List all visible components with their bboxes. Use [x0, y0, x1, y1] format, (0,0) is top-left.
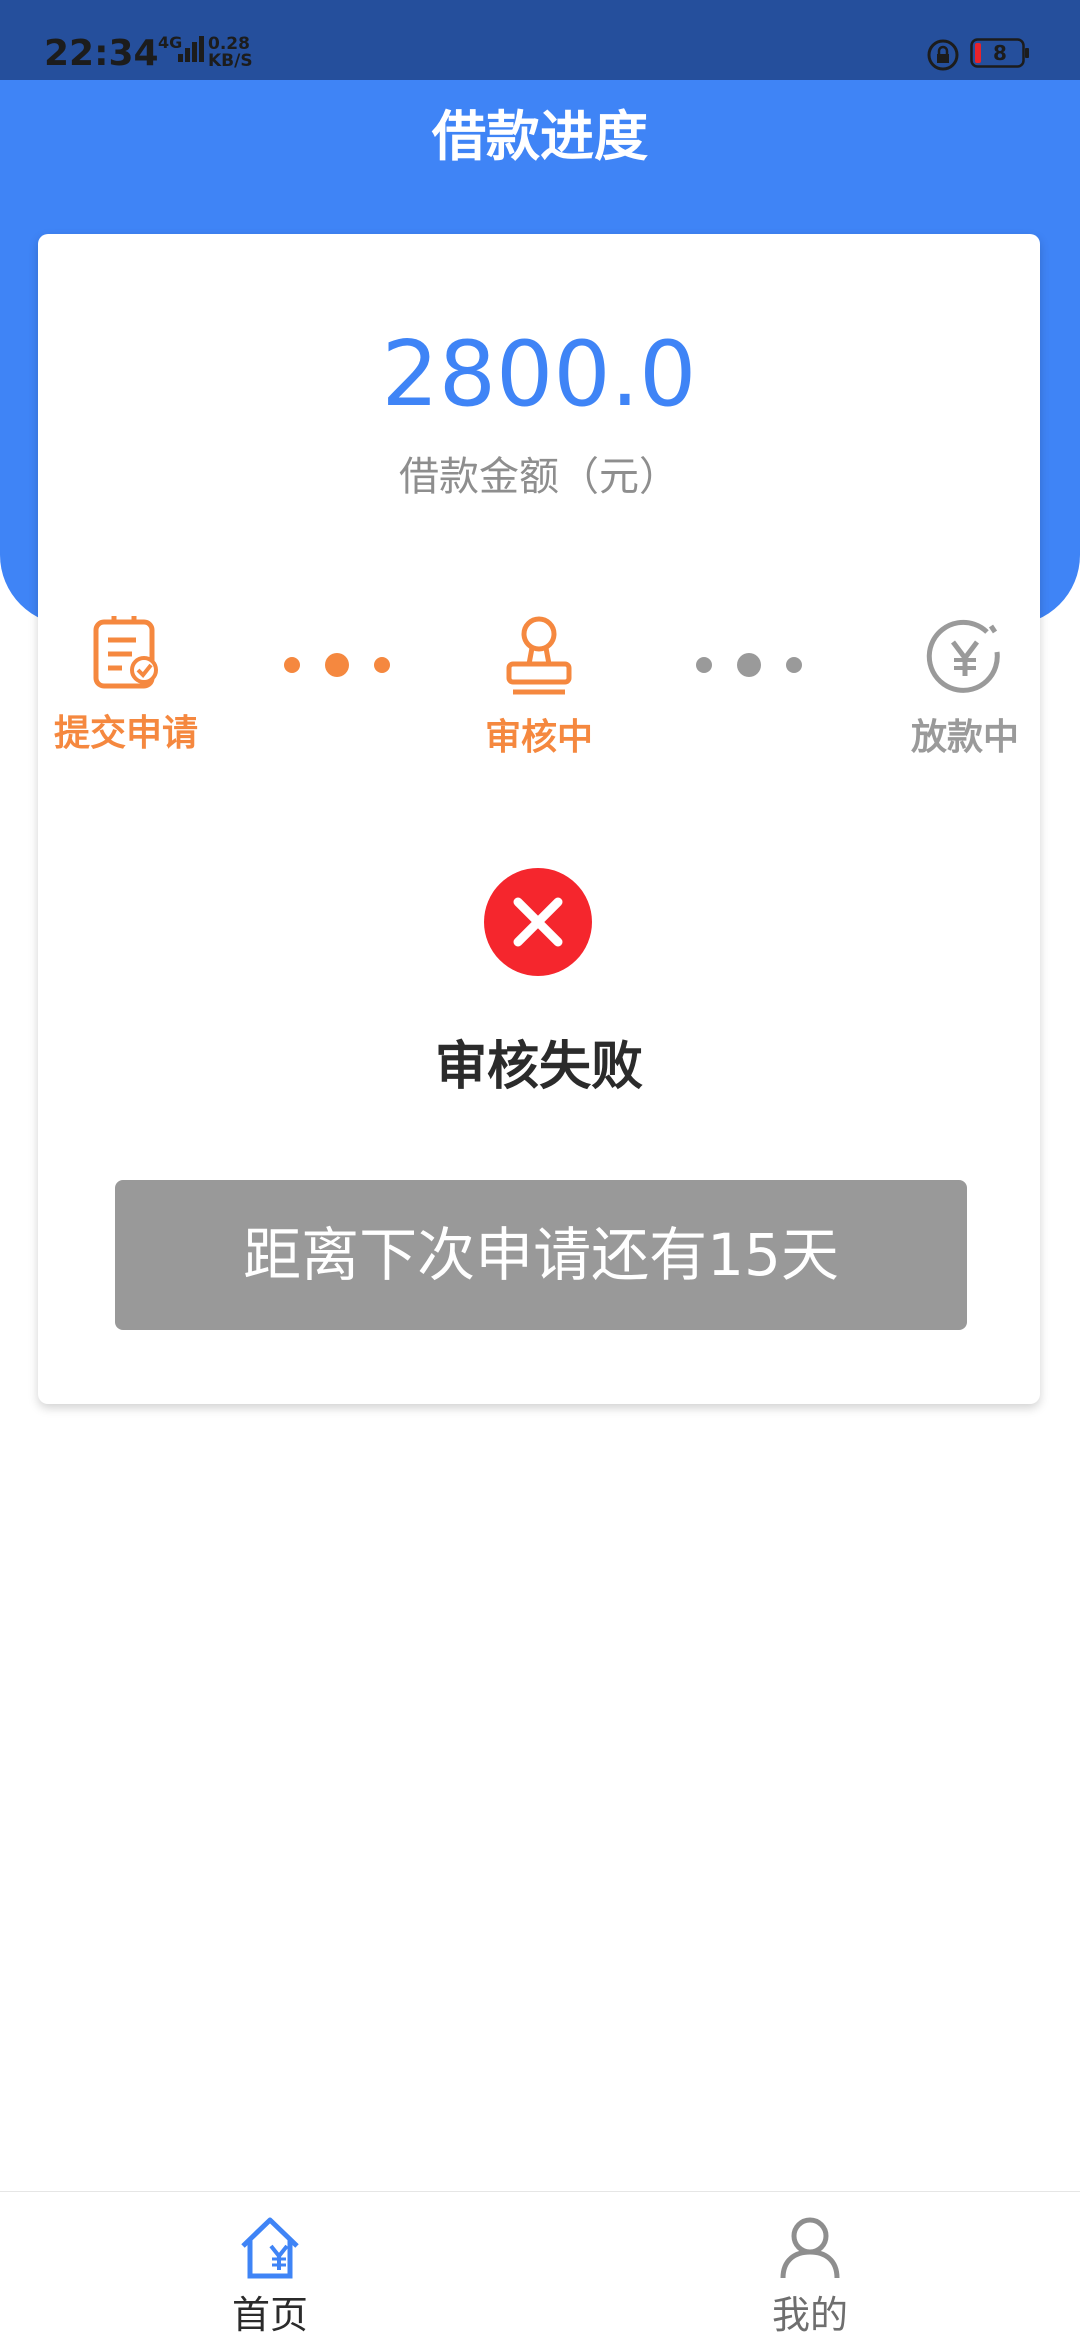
bottom-nav: 首页 我的 [0, 2191, 1080, 2341]
network-speed: 0.28 KB/S [208, 36, 253, 70]
signal-icon [178, 36, 204, 62]
review-result-text: 审核失败 [434, 1037, 643, 1097]
clipboard-check-icon [93, 616, 158, 689]
loan-amount: 2800.0 [381, 322, 697, 427]
stamp-icon [506, 616, 572, 695]
rotation-lock-icon [927, 39, 959, 71]
status-bar: 22:34 4G 0.28 KB/S 8 [0, 0, 1080, 80]
close-circle-icon [484, 868, 592, 976]
loan-progress-card: 2800.0 借款金额（元） 提交申请 审核中 放款中 审核失败 距离下次申请还… [38, 234, 1040, 1404]
step-label: 放款中 [910, 717, 1019, 758]
nav-item-mine[interactable]: 我的 [710, 2212, 910, 2339]
nav-label-mine: 我的 [771, 2293, 848, 2337]
reapply-countdown-button[interactable]: 距离下次申请还有15天 [115, 1180, 967, 1330]
step-disbursing: 放款中 [890, 618, 1040, 760]
home-yen-icon [241, 2217, 299, 2279]
yen-coin-icon [926, 619, 1000, 693]
step-submit-application: 提交申请 [46, 614, 206, 756]
battery-level: 8 [993, 41, 1007, 65]
page-title: 借款进度 [432, 105, 648, 168]
step-under-review: 审核中 [464, 614, 614, 760]
loan-amount-label: 借款金额（元） [399, 454, 679, 500]
battery-indicator: 8 [970, 38, 1030, 68]
progress-dots-inactive [696, 653, 802, 677]
nav-item-home[interactable]: 首页 [170, 2212, 370, 2339]
status-time: 22:34 [44, 33, 159, 74]
user-icon [780, 2217, 840, 2279]
speed-unit: KB/S [208, 51, 253, 71]
nav-label-home: 首页 [231, 2293, 308, 2337]
step-label: 提交申请 [53, 713, 198, 754]
progress-dots-active [284, 653, 390, 677]
step-label: 审核中 [484, 717, 593, 758]
